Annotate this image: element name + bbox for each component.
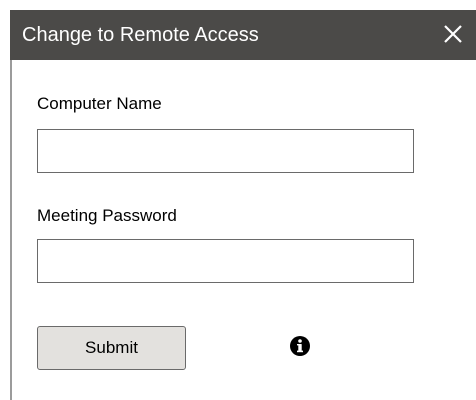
close-button[interactable]: [438, 18, 468, 50]
remote-access-dialog: Change to Remote Access Computer Name Me…: [0, 0, 476, 400]
meeting-password-label: Meeting Password: [37, 206, 177, 225]
info-icon: [290, 336, 310, 356]
computer-name-label: Computer Name: [37, 94, 162, 113]
window-left-border: [10, 60, 12, 400]
top-strip: [0, 0, 476, 10]
dialog-title: Change to Remote Access: [22, 24, 259, 46]
meeting-password-input[interactable]: [37, 239, 414, 283]
title-bar: Change to Remote Access: [10, 10, 476, 60]
computer-name-input[interactable]: [37, 129, 414, 173]
close-icon: [444, 25, 462, 43]
info-button[interactable]: [289, 335, 311, 357]
submit-button[interactable]: Submit: [37, 326, 186, 370]
